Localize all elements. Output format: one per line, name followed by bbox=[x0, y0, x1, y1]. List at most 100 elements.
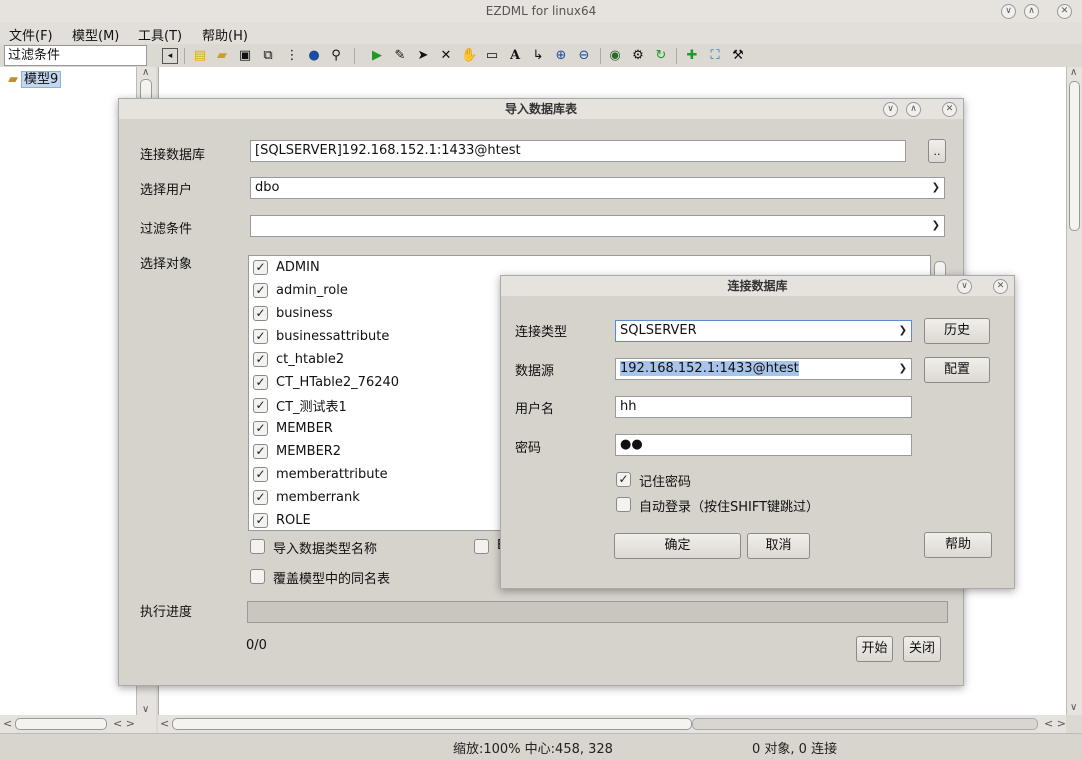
text-icon[interactable]: A bbox=[507, 48, 523, 64]
select-user-combo[interactable]: dbo ❯ bbox=[250, 177, 945, 199]
save-as-icon[interactable]: ⧉ bbox=[260, 48, 276, 64]
new-file-icon[interactable]: ▤ bbox=[192, 48, 208, 64]
fit-window-icon[interactable]: ⛶ bbox=[707, 48, 723, 64]
browse-connection-button[interactable]: .. bbox=[928, 139, 946, 163]
auto-login-checkbox[interactable] bbox=[616, 497, 631, 512]
hand-icon[interactable]: ✋ bbox=[461, 48, 477, 64]
list-item[interactable]: ✓ ADMIN bbox=[253, 257, 320, 277]
cancel-button[interactable]: 取消 bbox=[747, 533, 810, 559]
delete-icon[interactable]: ✕ bbox=[438, 48, 454, 64]
maximize-button[interactable]: ∧ bbox=[1024, 4, 1039, 19]
checkbox-checked[interactable]: ✓ bbox=[253, 259, 268, 275]
checkbox-checked[interactable]: ✓ bbox=[253, 374, 268, 390]
overwrite-tables-checkbox[interactable] bbox=[250, 569, 265, 584]
filter-combo[interactable]: ❯ bbox=[250, 215, 945, 237]
import-dialog-title: 导入数据库表 bbox=[504, 102, 577, 116]
save-icon[interactable]: ▣ bbox=[237, 48, 253, 64]
scroll-left-icon[interactable]: < bbox=[3, 717, 12, 730]
menu-help[interactable]: 帮助(H) bbox=[202, 25, 248, 44]
menu-model[interactable]: 模型(M) bbox=[72, 25, 119, 44]
scroll-right-icon[interactable]: < > bbox=[1044, 717, 1066, 730]
toggle-panel-icon[interactable]: ◂ bbox=[162, 48, 178, 64]
list-item[interactable]: ✓ MEMBER2 bbox=[253, 441, 341, 461]
list-item[interactable]: ✓ CT_HTable2_76240 bbox=[253, 372, 399, 392]
checkbox-checked[interactable]: ✓ bbox=[253, 282, 268, 298]
find-icon[interactable]: ⚲ bbox=[328, 48, 344, 64]
run-icon[interactable]: ▶ bbox=[369, 48, 385, 64]
data-source-combo[interactable]: 192.168.152.1:1433@htest ❯ bbox=[615, 358, 912, 380]
list-item[interactable]: ✓ CT_测试表1 bbox=[253, 395, 347, 415]
chevron-down-icon[interactable]: ∨ bbox=[883, 102, 898, 117]
tree-horizontal-scrollbar[interactable]: < < > bbox=[0, 715, 156, 733]
close-icon[interactable]: ✕ bbox=[942, 102, 957, 117]
chevron-down-icon[interactable]: ∨ bbox=[957, 279, 972, 294]
start-button[interactable]: 开始 bbox=[856, 636, 893, 662]
canvas-vertical-scrollbar[interactable]: ∧ ∨ bbox=[1066, 67, 1082, 715]
connection-type-combo[interactable]: SQLSERVER ❯ bbox=[615, 320, 912, 342]
zoom-in-icon[interactable]: ⊕ bbox=[553, 48, 569, 64]
link-icon[interactable]: ↳ bbox=[530, 48, 546, 64]
canvas-hscroll-thumb[interactable] bbox=[172, 718, 692, 730]
close-icon[interactable]: ✕ bbox=[993, 279, 1008, 294]
list-item[interactable]: ✓ businessattribute bbox=[253, 326, 389, 346]
settings-icon[interactable]: ⚒ bbox=[730, 48, 746, 64]
checkbox-checked[interactable]: ✓ bbox=[253, 397, 268, 413]
tree-filter-input[interactable]: 过滤条件 bbox=[4, 45, 147, 66]
import-type-names-checkbox[interactable] bbox=[250, 539, 265, 554]
folder-icon: ▰ bbox=[8, 71, 18, 87]
config-button[interactable]: 配置 bbox=[924, 357, 990, 383]
connect-db-field[interactable]: [SQLSERVER]192.168.152.1:1433@htest bbox=[250, 140, 906, 162]
chevron-up-icon[interactable]: ∧ bbox=[906, 102, 921, 117]
close-button[interactable]: 关闭 bbox=[903, 636, 941, 662]
close-window-button[interactable]: ✕ bbox=[1057, 4, 1072, 19]
password-field[interactable]: ●● bbox=[615, 434, 912, 456]
open-folder-icon[interactable]: ▰ bbox=[214, 48, 230, 64]
scroll-down-icon[interactable]: ∨ bbox=[142, 704, 149, 715]
checkbox-checked[interactable]: ✓ bbox=[253, 443, 268, 459]
pencil-icon[interactable]: ✎ bbox=[392, 48, 408, 64]
pointer-icon[interactable]: ➤ bbox=[415, 48, 431, 64]
tree-hscroll-thumb[interactable] bbox=[15, 718, 107, 730]
list-item[interactable]: ✓ ROLE bbox=[253, 510, 311, 530]
remember-password-checkbox[interactable]: ✓ bbox=[616, 472, 631, 487]
checkbox-checked[interactable]: ✓ bbox=[253, 512, 268, 528]
table-icon[interactable]: ▭ bbox=[484, 48, 500, 64]
menu-tools[interactable]: 工具(T) bbox=[138, 25, 182, 44]
connect-db-label: 连接数据库 bbox=[140, 148, 206, 163]
list-item[interactable]: ✓ ct_htable2 bbox=[253, 349, 344, 369]
scroll-right-icon[interactable]: < > bbox=[113, 717, 135, 730]
history-button[interactable]: 历史 bbox=[924, 318, 990, 344]
username-field[interactable]: hh bbox=[615, 396, 912, 418]
list-item[interactable]: ✓ memberrank bbox=[253, 487, 360, 507]
scroll-left-icon[interactable]: < bbox=[160, 717, 169, 730]
generate-icon[interactable]: ⚙ bbox=[630, 48, 646, 64]
add-table-icon[interactable]: ✚ bbox=[684, 48, 700, 64]
refresh-icon[interactable]: ↻ bbox=[653, 48, 669, 64]
checkbox-checked[interactable]: ✓ bbox=[253, 328, 268, 344]
list-item[interactable]: ✓ admin_role bbox=[253, 280, 348, 300]
checkbox-checked[interactable]: ✓ bbox=[253, 305, 268, 321]
scroll-up-icon[interactable]: ∧ bbox=[142, 67, 149, 78]
ok-button[interactable]: 确定 bbox=[614, 533, 741, 559]
canvas-horizontal-scrollbar[interactable]: < < > bbox=[158, 715, 1066, 733]
canvas-scroll-thumb[interactable] bbox=[1069, 81, 1080, 231]
list-item[interactable]: ✓ memberattribute bbox=[253, 464, 388, 484]
hscroll-track bbox=[692, 718, 1038, 730]
list-item[interactable]: ✓ MEMBER bbox=[253, 418, 333, 438]
help-button[interactable]: 帮助 bbox=[924, 532, 992, 558]
view-icon[interactable]: ◉ bbox=[607, 48, 623, 64]
scroll-up-icon[interactable]: ∧ bbox=[1070, 67, 1077, 78]
model-tree-icon[interactable]: ⋮ bbox=[284, 48, 300, 64]
database-icon[interactable]: ● bbox=[306, 48, 322, 64]
tree-node-model[interactable]: ▰ 模型9 bbox=[8, 70, 62, 88]
checkbox-checked[interactable]: ✓ bbox=[253, 420, 268, 436]
checkbox-checked[interactable]: ✓ bbox=[253, 489, 268, 505]
option-checkbox[interactable] bbox=[474, 539, 489, 554]
minimize-button[interactable]: ∨ bbox=[1001, 4, 1016, 19]
checkbox-checked[interactable]: ✓ bbox=[253, 466, 268, 482]
zoom-out-icon[interactable]: ⊖ bbox=[576, 48, 592, 64]
menu-file[interactable]: 文件(F) bbox=[9, 25, 53, 44]
checkbox-checked[interactable]: ✓ bbox=[253, 351, 268, 367]
list-item[interactable]: ✓ business bbox=[253, 303, 333, 323]
scroll-down-icon[interactable]: ∨ bbox=[1070, 702, 1077, 713]
